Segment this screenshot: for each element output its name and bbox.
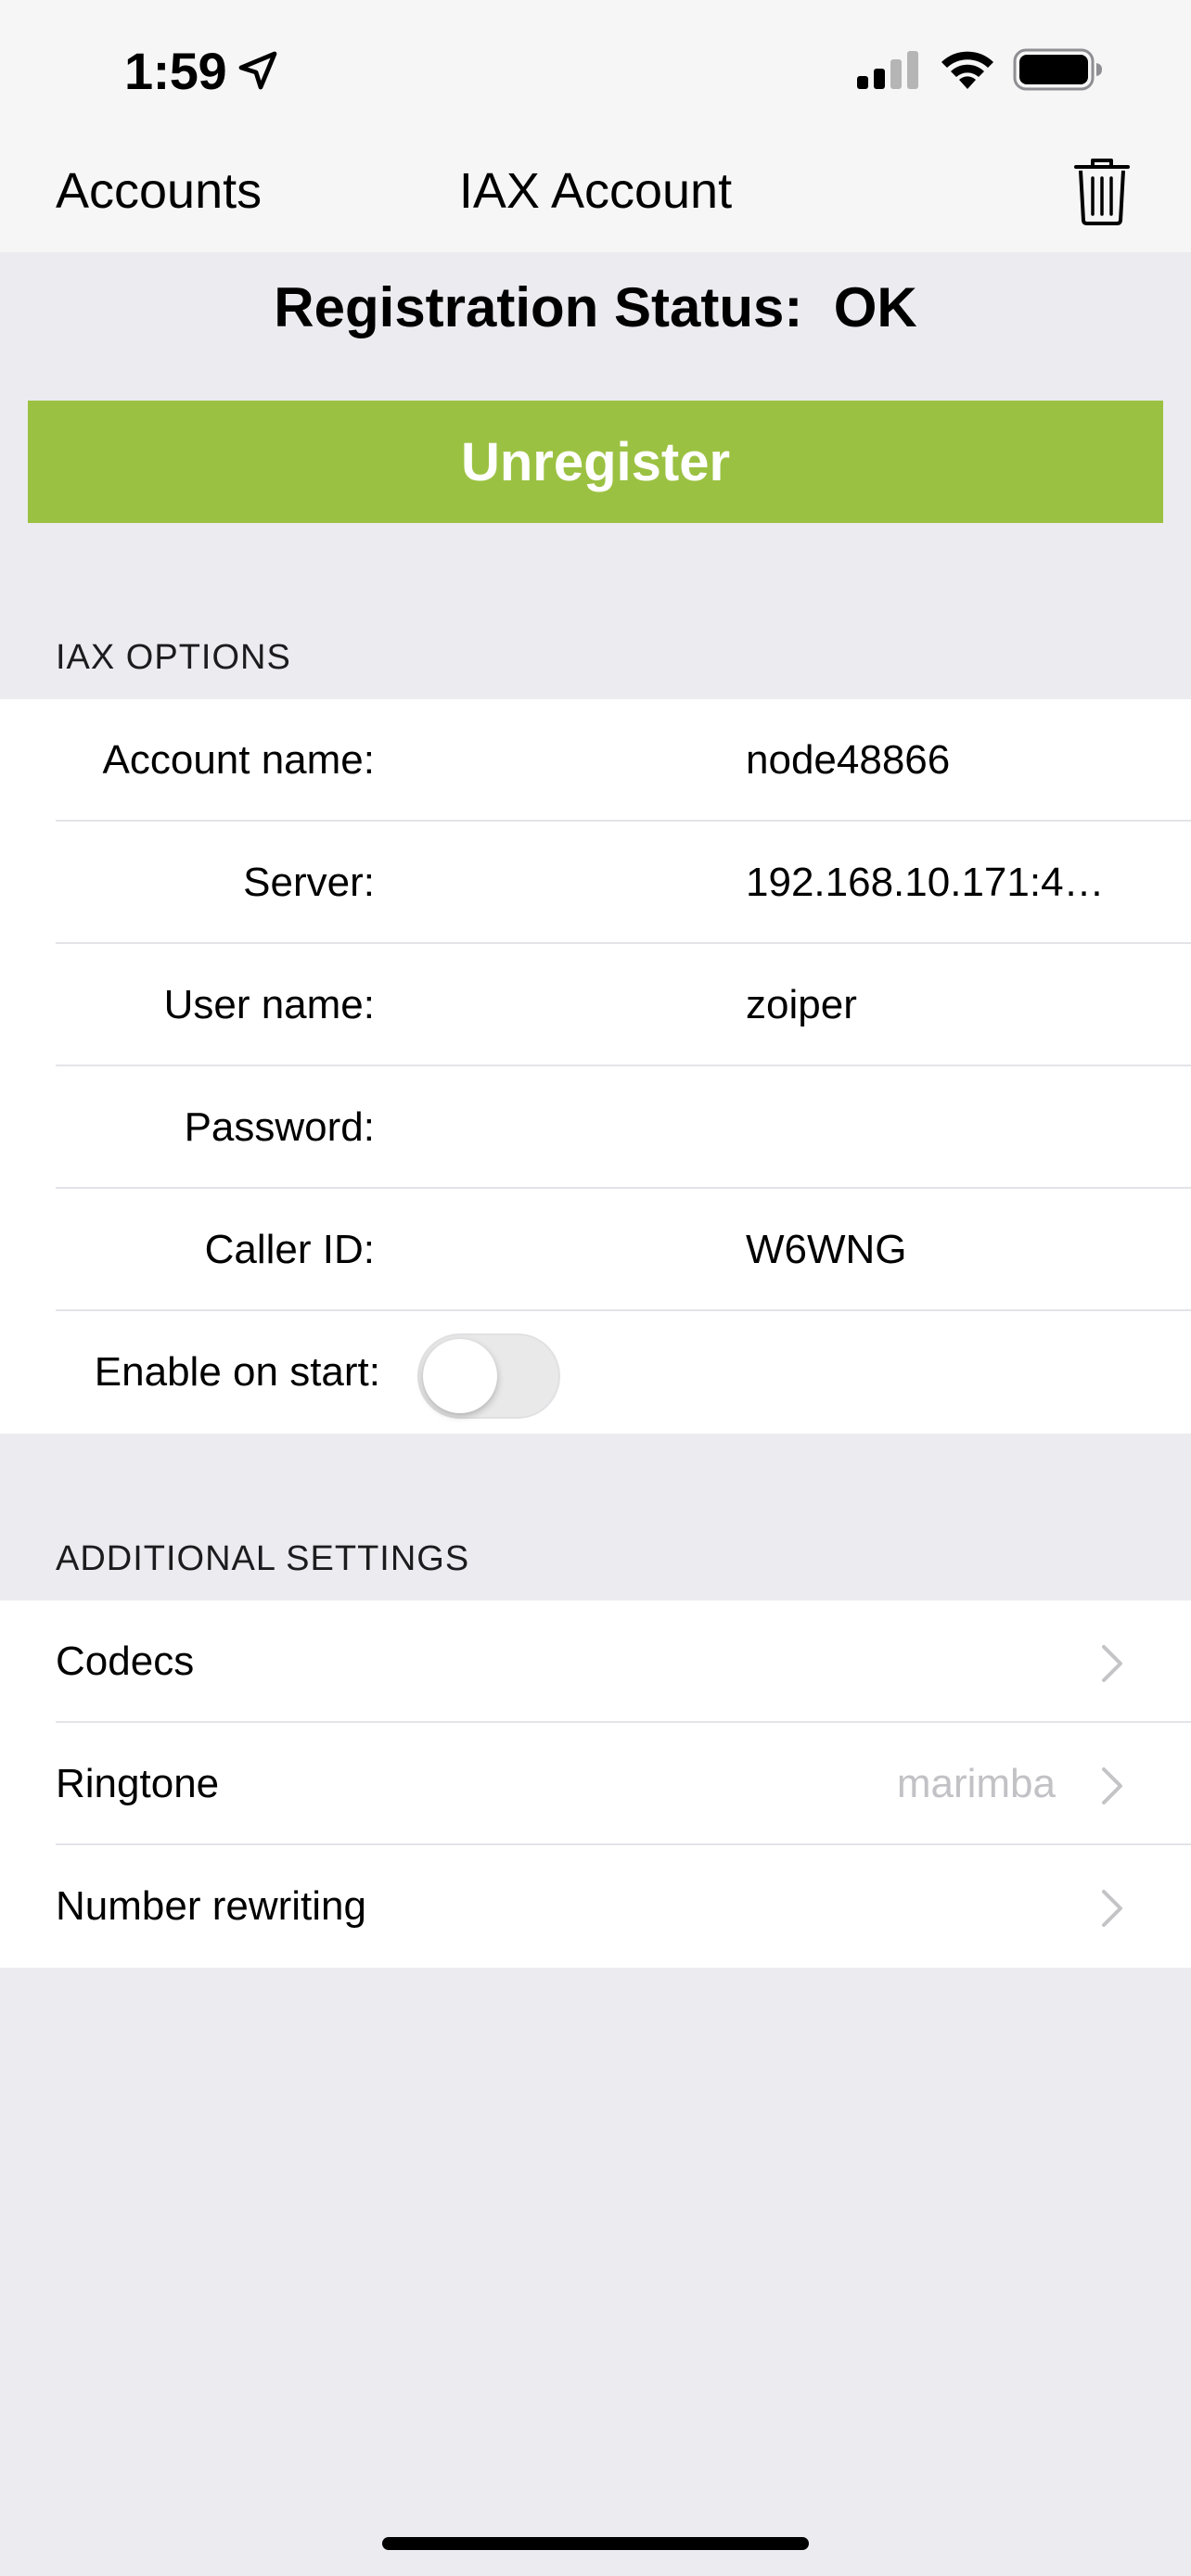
additional-settings-group: Codecs Ringtone marimba Number rewriting — [0, 1600, 1191, 1968]
caller-id-field[interactable]: W6WNG — [746, 1189, 1117, 1311]
number-rewriting-row[interactable]: Number rewriting — [0, 1845, 1191, 1968]
chevron-right-icon — [1102, 1645, 1122, 1682]
enable-on-start-label: Enable on start: — [94, 1349, 380, 1395]
caller-id-label: Caller ID: — [204, 1227, 375, 1272]
chevron-right-icon — [1102, 1890, 1122, 1927]
status-time: 1:59 — [124, 42, 227, 100]
enable-on-start-row: Enable on start: — [0, 1311, 1191, 1434]
account-name-field[interactable]: node48866 — [746, 699, 1117, 822]
page-title: IAX Account — [458, 163, 733, 219]
enable-on-start-toggle[interactable] — [417, 1333, 560, 1419]
account-name-row[interactable]: Account name: node48866 — [0, 699, 1191, 822]
iax-account-screen: 1:59 Accounts IAX Account Registration S… — [0, 0, 1191, 2576]
ringtone-value: marimba — [896, 1761, 1056, 1806]
codecs-label: Codecs — [56, 1639, 195, 1684]
home-indicator[interactable] — [382, 2537, 809, 2550]
password-field[interactable] — [746, 1066, 1117, 1189]
cellular-signal-icon — [857, 51, 918, 89]
status-bar: 1:59 — [0, 0, 1191, 139]
password-label: Password: — [184, 1104, 375, 1150]
trash-icon[interactable] — [1072, 156, 1132, 226]
iax-options-header: IAX OPTIONS — [56, 638, 291, 677]
battery-icon — [1013, 48, 1102, 91]
unregister-button[interactable]: Unregister — [28, 401, 1163, 523]
navigation-bar: Accounts IAX Account — [0, 139, 1191, 252]
toggle-knob — [423, 1339, 497, 1413]
password-row[interactable]: Password: — [0, 1066, 1191, 1189]
user-name-row[interactable]: User name: zoiper — [0, 944, 1191, 1066]
registration-status: Registration Status: OK — [274, 276, 917, 338]
iax-options-group: Account name: node48866 Server: 192.168.… — [0, 699, 1191, 1434]
codecs-row[interactable]: Codecs — [0, 1600, 1191, 1723]
user-name-field[interactable]: zoiper — [746, 944, 1117, 1066]
server-row[interactable]: Server: 192.168.10.171:4… — [0, 822, 1191, 944]
server-field[interactable]: 192.168.10.171:4… — [746, 822, 1117, 944]
ringtone-row[interactable]: Ringtone marimba — [0, 1723, 1191, 1845]
location-arrow-icon — [238, 51, 277, 90]
wifi-icon — [941, 51, 993, 89]
server-label: Server: — [243, 860, 375, 905]
user-name-label: User name: — [163, 982, 375, 1027]
ringtone-label: Ringtone — [56, 1761, 220, 1806]
account-name-label: Account name: — [102, 737, 376, 783]
number-rewriting-label: Number rewriting — [56, 1883, 366, 1929]
additional-settings-header: ADDITIONAL SETTINGS — [56, 1539, 470, 1578]
caller-id-row[interactable]: Caller ID: W6WNG — [0, 1189, 1191, 1311]
chevron-right-icon — [1102, 1767, 1122, 1804]
